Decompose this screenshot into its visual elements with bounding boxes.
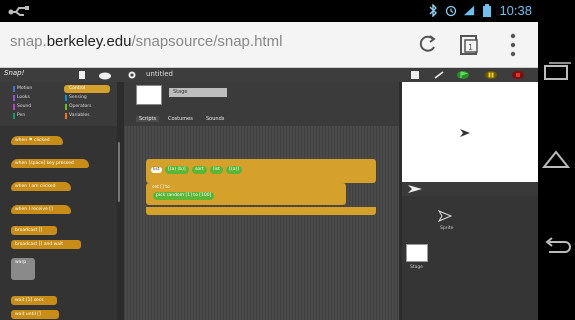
category-motion[interactable]: Motion [12,85,62,93]
sprite-corral: Sprite Stage [402,196,538,320]
palette-block-wait-secs[interactable]: wait [1] secs [11,296,57,305]
file-icon[interactable] [76,70,88,80]
reload-icon[interactable] [417,33,439,55]
palette-block-broadcast-and-wait[interactable]: broadcast [] and wait [11,240,81,249]
category-pen[interactable]: Pen [12,112,62,120]
tab-sounds[interactable]: Sounds [206,116,224,122]
palette-block-when-clicked[interactable]: when I am clicked [11,182,71,191]
snap-top-bar: Snap! untitled [0,68,538,82]
usb-icon [8,6,29,16]
palette-block-when-receive[interactable]: when I receive [] [11,205,71,214]
script-stack[interactable]: list [(a) (b)] sort list [(a)] set [] to… [146,159,376,219]
corral-toolbar [402,182,538,196]
script-line-3[interactable]: pick random [1] to [100] [152,192,215,203]
pause-icon[interactable] [484,70,498,80]
browser-toolbar: snap.berkeley.edu/snapsource/snap.html 1 [0,22,538,68]
script-op-4[interactable]: [(a)] [226,166,243,174]
url-domain: berkeley.edu [46,33,132,50]
palette-scrollbar[interactable] [118,142,120,202]
address-bar[interactable]: snap.berkeley.edu/snapsource/snap.html [10,33,282,50]
gear-icon[interactable] [127,70,137,80]
category-sensing[interactable]: Sensing [64,94,114,102]
bluetooth-icon [429,4,438,17]
green-flag-icon[interactable] [456,70,470,80]
add-turtle-icon[interactable] [408,185,422,193]
palette-block-broadcast[interactable]: broadcast [] [11,226,57,235]
tab-costumes[interactable]: Costumes [168,116,193,122]
normal-stage-icon[interactable] [410,70,420,80]
palette-block-when-key-pressed[interactable]: when [space] key pressed [11,159,89,168]
script-pick-random[interactable]: pick random [1] to [100] [153,192,215,200]
stage-view[interactable] [402,82,538,182]
tab-scripts[interactable]: Scripts [136,116,160,122]
category-sound[interactable]: Sound [12,103,62,111]
clock-time: 10:38 [499,3,532,18]
category-operators[interactable]: Operators [64,103,114,111]
snap-logo[interactable]: Snap! [4,69,24,77]
block-palette: Motion Looks Sound Pen Control Sensing O… [0,82,120,320]
sprite-arrow-icon[interactable] [460,129,470,137]
back-icon[interactable] [541,236,571,256]
category-variables[interactable]: Variables [64,112,114,120]
fullscreen-icon[interactable] [433,70,445,80]
stage-thumbnail[interactable] [406,244,428,262]
tab-switcher-icon[interactable]: 1 [459,33,481,57]
stop-icon[interactable] [511,70,525,80]
script-op-3[interactable]: list [210,166,223,174]
sprite-name-field[interactable]: Stage [169,88,227,97]
scripting-area[interactable]: list [(a) (b)] sort list [(a)] set [] to… [124,126,399,320]
palette-block-when-flag-clicked[interactable]: when ⚑ clicked [11,136,63,145]
palette-block-wait-until[interactable]: wait until [] [11,310,59,319]
overflow-menu-icon[interactable] [509,32,517,58]
cloud-icon[interactable] [98,70,112,80]
recent-apps-icon[interactable] [541,62,571,82]
category-looks[interactable]: Looks [12,94,62,102]
sprite-bar: Stage Scripts Costumes Sounds [124,82,399,126]
svg-text:1: 1 [468,43,473,52]
android-phone-screen: 10:38 snap.berkeley.edu/snapsource/snap.… [0,0,575,320]
category-control[interactable]: Control [64,85,110,93]
sprite-turtle-icon[interactable] [438,210,452,222]
android-nav-bar [538,0,575,320]
sprite-label: Sprite [440,226,454,231]
signal-4g-icon [464,5,475,16]
url-path: /snapsource/snap.html [131,33,283,50]
stage-label: Stage [410,265,424,270]
palette-block-warp[interactable]: warp [11,258,35,280]
battery-icon [483,4,492,17]
alarm-icon [446,5,457,17]
script-op-1[interactable]: [(a) (b)] [165,166,189,174]
script-var-slot[interactable]: list [151,167,162,173]
home-icon[interactable] [541,148,571,170]
current-sprite-thumbnail [136,85,162,105]
script-block-bottom[interactable] [146,207,376,215]
url-prefix: snap. [10,33,47,50]
script-line-1[interactable]: list [(a) (b)] sort list [(a)] [150,166,243,177]
script-op-2[interactable]: sort [192,166,207,174]
snap-editor: Snap! untitled Motion Looks Sound Pen Co… [0,68,538,320]
project-title: untitled [146,70,174,78]
category-selector: Motion Looks Sound Pen Control Sensing O… [0,82,117,126]
status-bar: 10:38 [0,0,538,22]
